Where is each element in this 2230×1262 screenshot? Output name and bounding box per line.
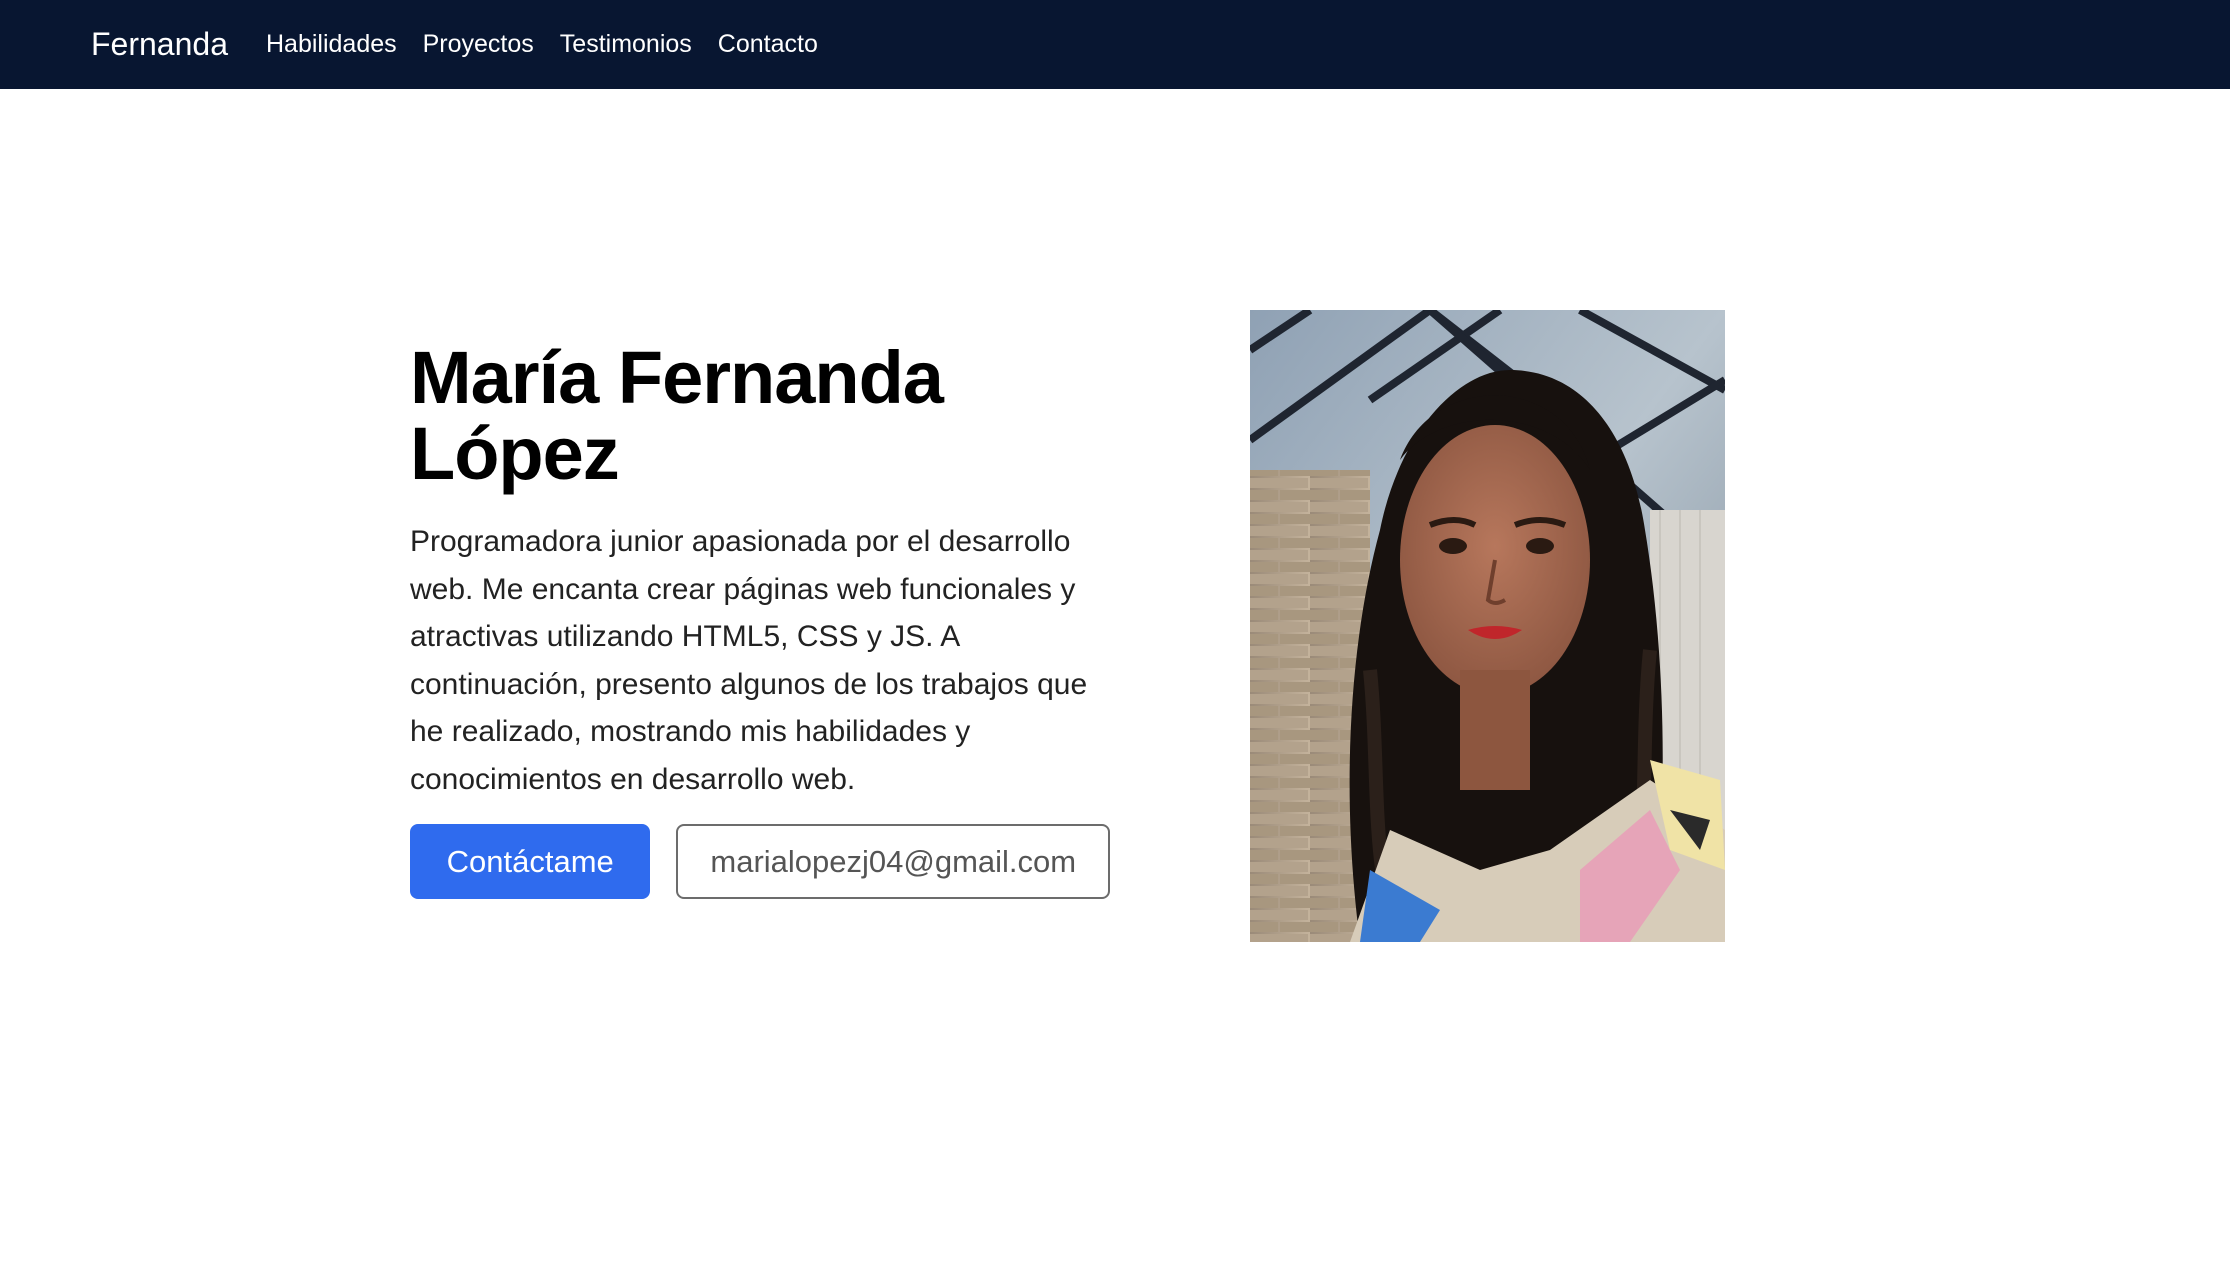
- contact-button[interactable]: Contáctame: [410, 824, 651, 899]
- nav-link-habilidades[interactable]: Habilidades: [266, 30, 397, 59]
- hero-title: María Fernanda López: [410, 340, 1110, 492]
- hero-section: María Fernanda López Programadora junior…: [410, 340, 1110, 899]
- email-button[interactable]: marialopezj04@gmail.com: [676, 824, 1110, 899]
- top-navbar: Fernanda Habilidades Proyectos Testimoni…: [0, 0, 2230, 89]
- nav-link-testimonios[interactable]: Testimonios: [560, 30, 692, 59]
- hero-title-line2: López: [410, 412, 620, 495]
- hero-description: Programadora junior apasionada por el de…: [410, 525, 1088, 796]
- profile-photo: [1250, 310, 1725, 942]
- nav-links: Habilidades Proyectos Testimonios Contac…: [266, 30, 818, 59]
- nav-link-proyectos[interactable]: Proyectos: [423, 30, 534, 59]
- brand-link[interactable]: Fernanda: [91, 26, 228, 63]
- hero-actions: Contáctame marialopezj04@gmail.com: [410, 824, 1110, 899]
- hero-title-line1: María Fernanda: [410, 336, 944, 419]
- nav-link-contacto[interactable]: Contacto: [718, 30, 818, 59]
